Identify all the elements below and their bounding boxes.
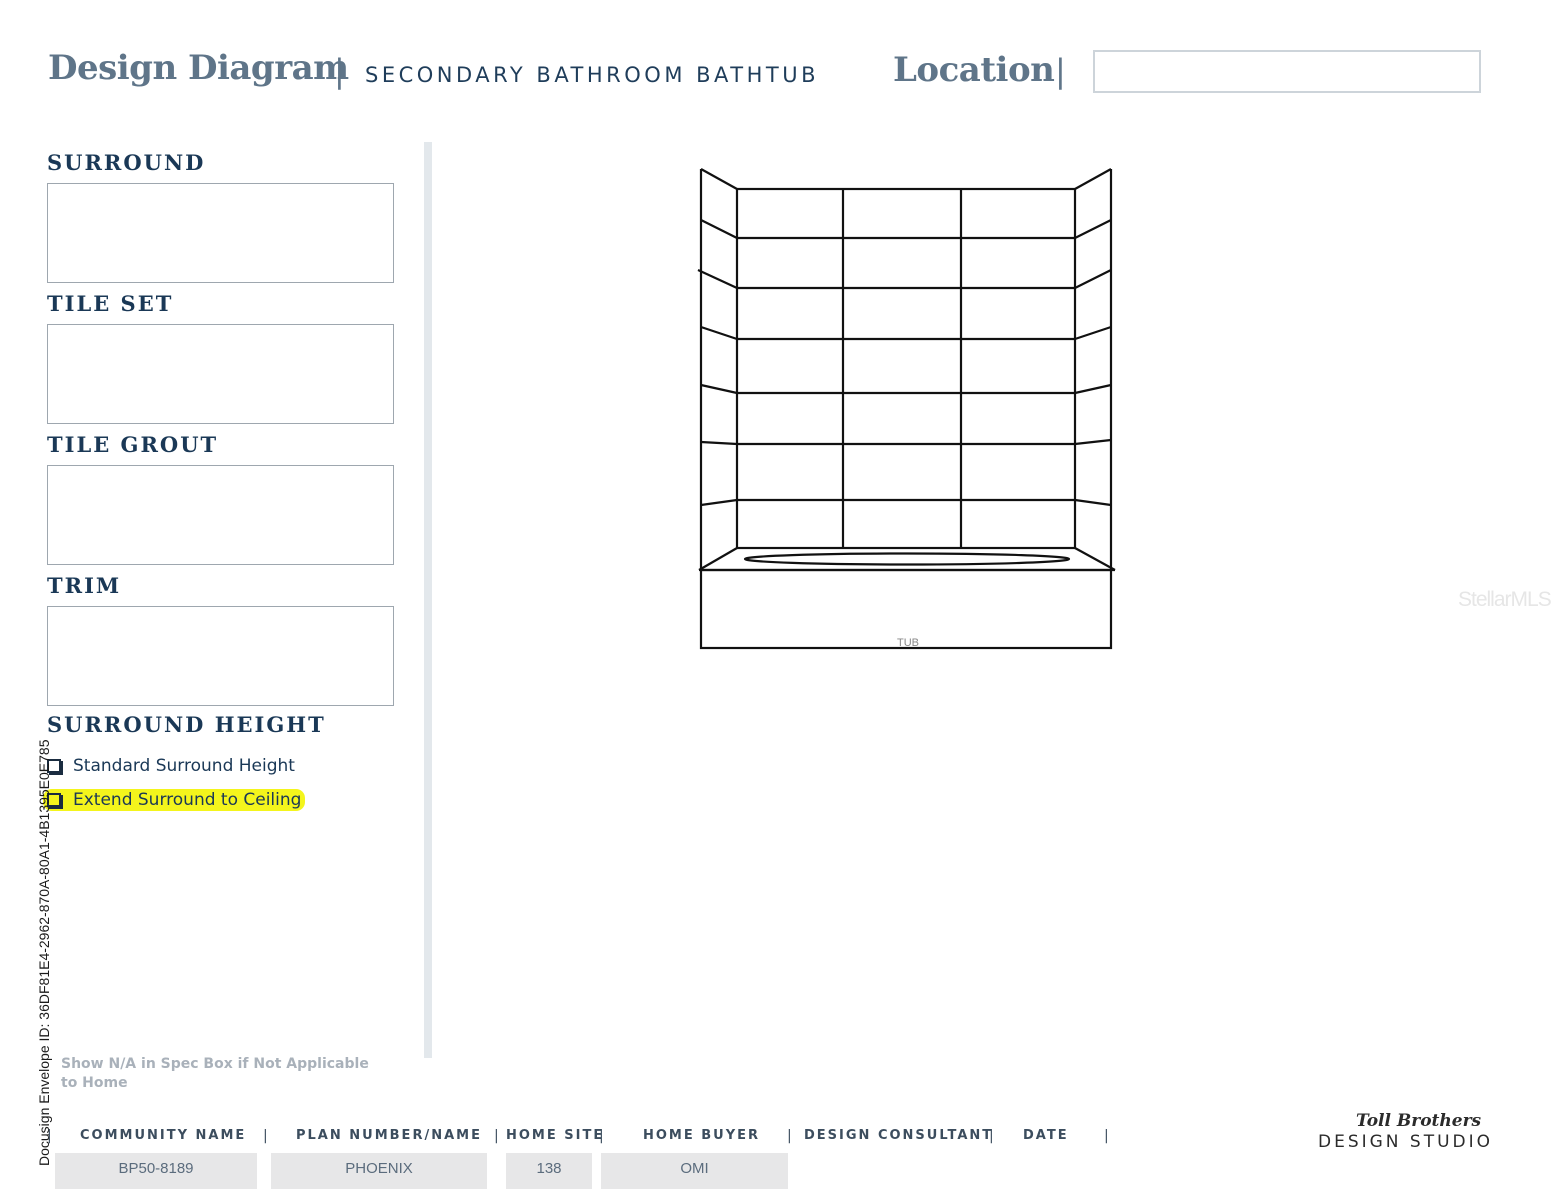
tub-basin [743, 552, 1071, 566]
header-divider: | [334, 52, 345, 90]
highlight-marker: Extend Surround to Ceiling [43, 789, 306, 811]
trim-label: TRIM [47, 573, 122, 598]
location-divider: | [1055, 52, 1066, 90]
home-site-field[interactable]: 138 [506, 1153, 592, 1189]
footer-divider: | [263, 1128, 268, 1144]
surround-label: SURROUND [47, 150, 206, 175]
option-standard-height[interactable]: Standard Surround Height [47, 756, 295, 776]
brand-logo: Toll Brothers [1356, 1111, 1482, 1131]
footer-label-plan: PLAN NUMBER/NAME [296, 1128, 482, 1143]
footer-label-consultant: DESIGN CONSULTANT [804, 1128, 994, 1143]
location-field[interactable] [1093, 50, 1481, 93]
footer-divider: | [599, 1128, 604, 1144]
brand-subtitle: DESIGN STUDIO [1318, 1132, 1494, 1152]
footer-divider: | [989, 1128, 994, 1144]
home-buyer-field[interactable]: OMI [601, 1153, 788, 1189]
back-wall [735, 187, 1077, 550]
bathtub-diagram: TUB [697, 168, 1116, 650]
option-extend-ceiling[interactable]: Extend Surround to Ceiling [43, 789, 306, 811]
watermark: StellarMLS [1458, 588, 1552, 611]
footer-label-date: DATE [1023, 1128, 1069, 1143]
option-standard-label: Standard Surround Height [73, 756, 295, 776]
page-title-text: Design Diagram [48, 48, 349, 88]
footer-label-buyer: HOME BUYER [643, 1128, 761, 1143]
left-wall [700, 168, 738, 190]
trim-spec-box[interactable] [47, 606, 394, 706]
page-title: Design Diagram [48, 48, 349, 88]
tile-grout-label: TILE GROUT [47, 432, 219, 457]
right-wall [1074, 168, 1112, 190]
footer-divider: | [787, 1128, 792, 1144]
column-divider [424, 142, 432, 1058]
tub-label: TUB [897, 637, 919, 649]
footer-label-site: HOME SITE [506, 1128, 605, 1143]
na-note: Show N/A in Spec Box if Not Applicable t… [61, 1056, 369, 1091]
page-subtitle: SECONDARY BATHROOM BATHTUB [365, 63, 819, 87]
plan-name-field[interactable]: PHOENIX [271, 1153, 487, 1189]
tile-set-spec-box[interactable] [47, 324, 394, 424]
tile-set-label: TILE SET [47, 291, 174, 316]
community-name-field[interactable]: BP50-8189 [55, 1153, 257, 1189]
footer-label-community: COMMUNITY NAME [80, 1128, 247, 1143]
footer-divider: | [494, 1128, 499, 1144]
footer-divider: | [1104, 1128, 1109, 1144]
surround-height-label: SURROUND HEIGHT [47, 712, 326, 737]
footer-divider: | [47, 1128, 52, 1144]
location-label: Location [893, 50, 1055, 90]
tile-grout-spec-box[interactable] [47, 465, 394, 565]
docusign-envelope-id: Docusign Envelope ID: 36DF81E4-2962-870A… [36, 739, 52, 1166]
option-extend-label: Extend Surround to Ceiling [73, 790, 302, 810]
surround-spec-box[interactable] [47, 183, 394, 283]
